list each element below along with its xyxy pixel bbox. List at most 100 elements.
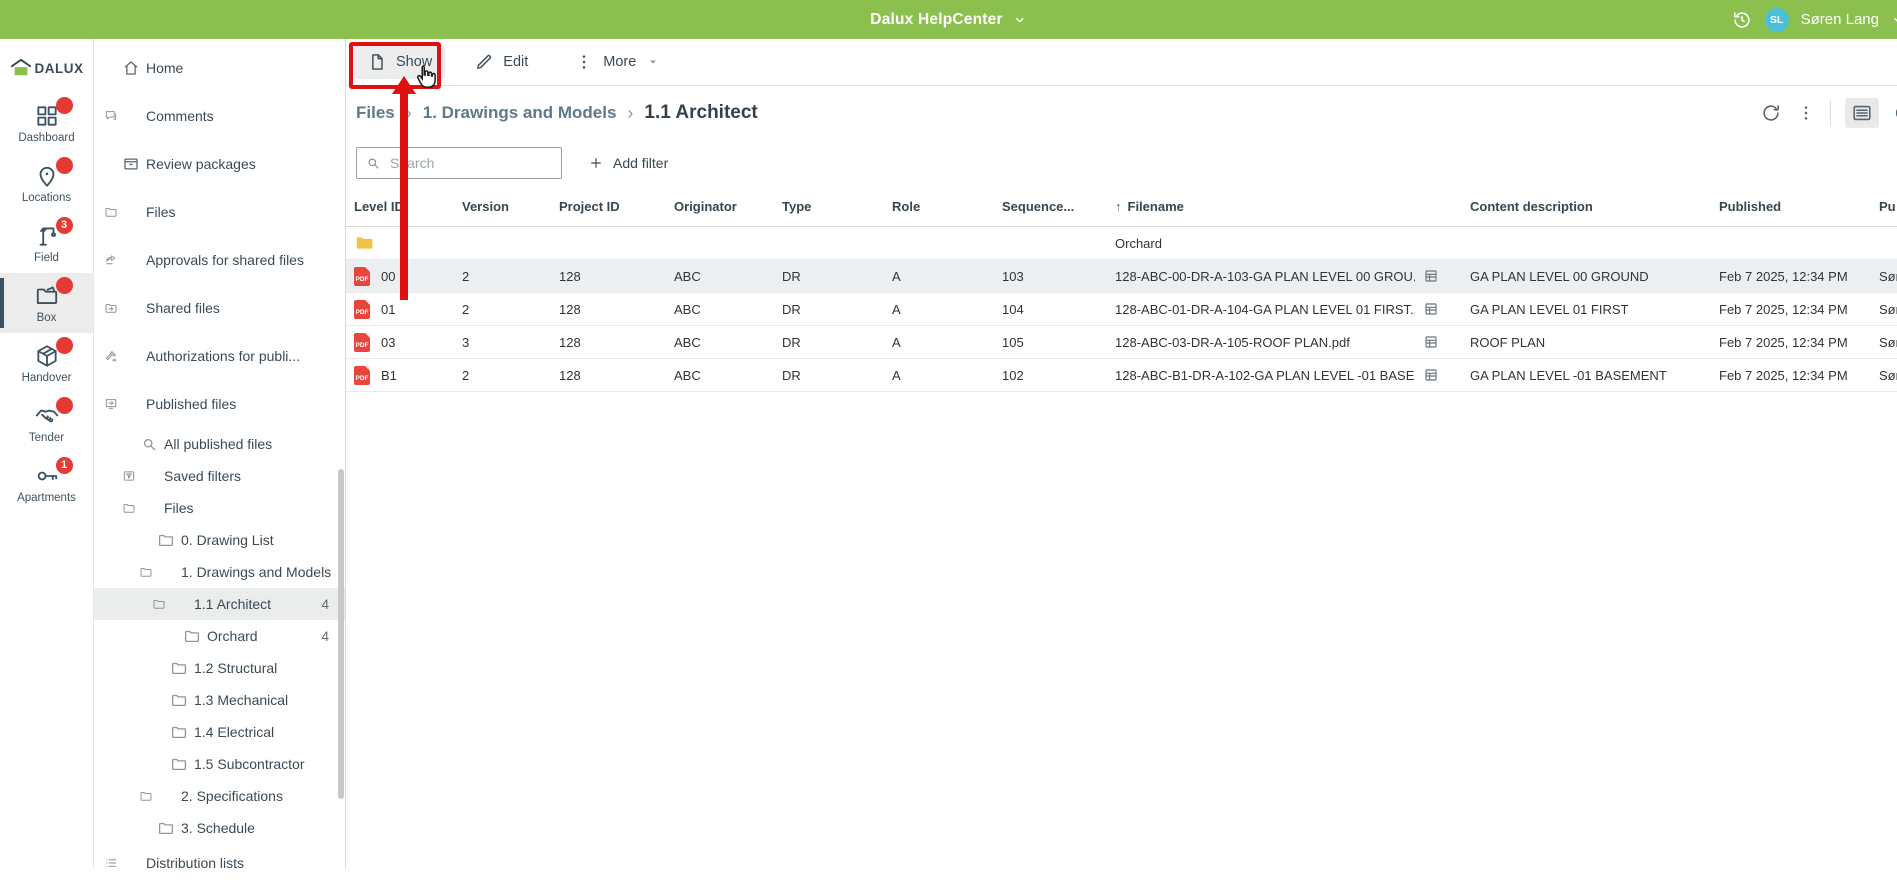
chevron-down-icon	[104, 397, 122, 411]
sidebar-item-orchard[interactable]: Orchard 4	[94, 620, 345, 652]
cell-sequence: 104	[1002, 302, 1115, 317]
breadcrumb-link[interactable]: Files	[356, 103, 395, 123]
breadcrumb-link[interactable]: 1. Drawings and Models	[423, 103, 617, 123]
sheet-icon[interactable]	[1423, 301, 1439, 317]
cell-sequence: 103	[1002, 269, 1115, 284]
history-button[interactable]	[1731, 9, 1753, 31]
sheet-icon[interactable]	[1423, 268, 1439, 284]
list-view-toggle[interactable]	[1845, 98, 1879, 128]
sidebar-item-review-packages[interactable]: Review packages	[94, 140, 345, 188]
column-header-role[interactable]: Role	[892, 199, 1002, 214]
rail-item-apartments[interactable]: 1 Apartments	[0, 453, 93, 513]
cell-filename: 128-ABC-03-DR-A-105-ROOF PLAN.pdf	[1115, 335, 1350, 350]
sidebar-item-1-drawings-and-models[interactable]: 1. Drawings and Models	[94, 556, 345, 588]
rail-item-label: Box	[37, 312, 57, 324]
folder-row[interactable]: Orchard	[346, 227, 1897, 260]
rail-item-box[interactable]: Box	[0, 273, 93, 333]
avatar[interactable]: SL	[1765, 8, 1789, 32]
project-switcher[interactable]: Dalux HelpCenter	[870, 11, 1026, 29]
approvals-icon	[122, 251, 146, 269]
rail-item-handover[interactable]: Handover	[0, 333, 93, 393]
column-header-filename[interactable]: ↑Filename	[1115, 199, 1470, 214]
chevron-right-icon	[104, 109, 122, 123]
secondary-view-toggle[interactable]	[1893, 102, 1897, 124]
breadcrumb-separator: ›	[627, 103, 633, 124]
table-row[interactable]: PDF 01 2 128 ABC DR A 104 128-ABC-01-DR-…	[346, 293, 1897, 326]
cell-level-id: B1	[381, 368, 397, 383]
more-options-button[interactable]	[1796, 103, 1816, 123]
column-header-content-description[interactable]: Content description	[1470, 199, 1719, 214]
sidebar-item-files[interactable]: Files	[94, 188, 345, 236]
edit-button[interactable]: Edit	[461, 45, 541, 79]
sidebar-item-1-2-structural[interactable]: 1.2 Structural	[94, 652, 345, 684]
cell-version: 3	[462, 335, 559, 350]
folder-icon	[157, 531, 181, 549]
cell-role: A	[892, 302, 1002, 317]
rail-item-dashboard[interactable]: Dashboard	[0, 93, 93, 153]
add-filter-button[interactable]: Add filter	[588, 155, 668, 171]
cell-description: GA PLAN LEVEL 00 GROUND	[1470, 269, 1719, 284]
sidebar-item-published-files[interactable]: Published files	[94, 380, 345, 428]
chevron-right-icon	[104, 205, 122, 219]
sidebar-item-label: Review packages	[146, 156, 256, 172]
sidebar-item-saved-filters[interactable]: Saved filters	[94, 460, 345, 492]
sidebar-item-1-4-electrical[interactable]: 1.4 Electrical	[94, 716, 345, 748]
sheet-icon[interactable]	[1423, 334, 1439, 350]
sidebar-item-shared-files[interactable]: Shared files	[94, 284, 345, 332]
sidebar-item-1-5-subcontractor[interactable]: 1.5 Subcontractor	[94, 748, 345, 780]
cell-version: 2	[462, 302, 559, 317]
column-header-project-id[interactable]: Project ID	[559, 199, 674, 214]
sidebar-item-home[interactable]: Home	[94, 44, 345, 92]
column-header-published[interactable]: Published	[1719, 199, 1879, 214]
notification-badge	[56, 397, 73, 414]
sidebar-item-3-schedule[interactable]: 3. Schedule	[94, 812, 345, 844]
user-name[interactable]: Søren Lang	[1801, 11, 1879, 28]
sheet-icon[interactable]	[1423, 367, 1439, 383]
sidebar-item-files[interactable]: Files	[94, 492, 345, 524]
rail-item-locations[interactable]: Locations	[0, 153, 93, 213]
handshake-icon	[34, 403, 60, 429]
column-header-pu[interactable]: Pu	[1879, 199, 1897, 214]
sidebar-item-distribution-lists[interactable]: Distribution lists	[94, 844, 345, 882]
table-row[interactable]: PDF B1 2 128 ABC DR A 102 128-ABC-B1-DR-…	[346, 359, 1897, 392]
item-count: 4	[321, 597, 329, 612]
cell-filename: 128-ABC-B1-DR-A-102-GA PLAN LEVEL -01 BA…	[1115, 368, 1415, 383]
sidebar-item-authorizations-for-publi[interactable]: Authorizations for publi...	[94, 332, 345, 380]
sidebar-item-label: 1.3 Mechanical	[194, 692, 288, 708]
sidebar-item-2-specifications[interactable]: 2. Specifications	[94, 780, 345, 812]
rail-item-tender[interactable]: Tender	[0, 393, 93, 453]
sidebar-item-1-3-mechanical[interactable]: 1.3 Mechanical	[94, 684, 345, 716]
table-row[interactable]: PDF 00 2 128 ABC DR A 103 128-ABC-00-DR-…	[346, 260, 1897, 293]
sidebar-item-label: Approvals for shared files	[146, 252, 304, 268]
sidebar-scrollbar[interactable]	[338, 469, 344, 799]
cell-published: Feb 7 2025, 12:34 PM	[1719, 269, 1879, 284]
column-header-type[interactable]: Type	[782, 199, 892, 214]
sidebar-item-label: Shared files	[146, 300, 220, 316]
chevron-down-icon	[139, 565, 157, 579]
sort-asc-icon: ↑	[1115, 199, 1122, 214]
sidebar-item-approvals-for-shared-files[interactable]: Approvals for shared files	[94, 236, 345, 284]
sidebar-item-all-published-files[interactable]: All published files	[94, 428, 345, 460]
sidebar-item-1-1-architect[interactable]: 1.1 Architect 4	[94, 588, 345, 620]
sidebar-item-0-drawing-list[interactable]: 0. Drawing List	[94, 524, 345, 556]
more-button[interactable]: More	[561, 45, 674, 79]
show-button[interactable]: Show	[354, 45, 445, 79]
column-header-sequence[interactable]: Sequence...	[1002, 199, 1115, 214]
sidebar-item-comments[interactable]: Comments	[94, 92, 345, 140]
cell-level-id: 03	[381, 335, 395, 350]
grid-icon	[34, 103, 60, 129]
rail-item-label: Dashboard	[18, 132, 74, 144]
table-row[interactable]: PDF 03 3 128 ABC DR A 105 128-ABC-03-DR-…	[346, 326, 1897, 359]
column-header-version[interactable]: Version	[462, 199, 559, 214]
dalux-logo[interactable]: DALUX	[0, 39, 93, 93]
cell-level-id: 01	[381, 302, 395, 317]
column-header-level-id[interactable]: Level ID	[354, 199, 462, 214]
refresh-button[interactable]	[1760, 102, 1782, 124]
column-header-originator[interactable]: Originator	[674, 199, 782, 214]
divider	[1830, 100, 1831, 126]
cell-description: ROOF PLAN	[1470, 335, 1719, 350]
search-input[interactable]	[388, 154, 553, 172]
rail-item-field[interactable]: 3 Field	[0, 213, 93, 273]
search-box[interactable]	[356, 147, 562, 179]
search-icon	[365, 155, 381, 171]
